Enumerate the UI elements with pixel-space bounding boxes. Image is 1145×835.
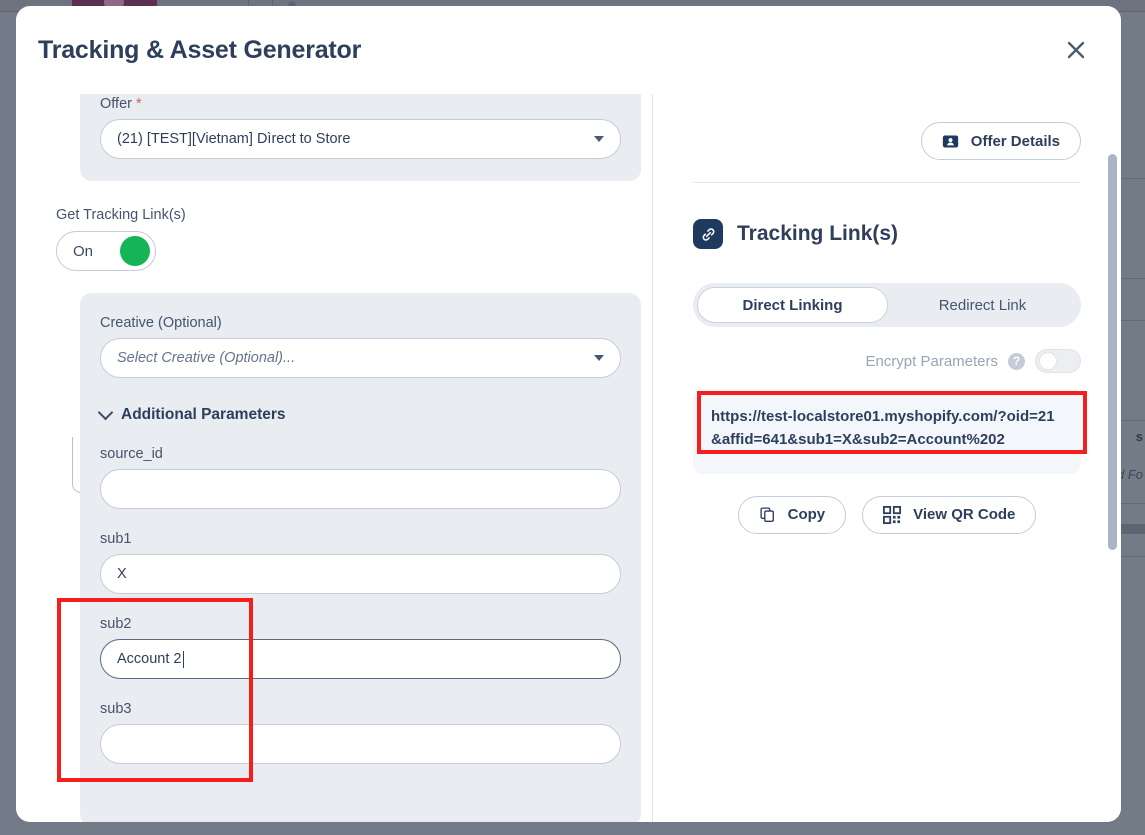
param-label: source_id <box>100 446 163 462</box>
background-table-row-line <box>1118 556 1145 557</box>
background-table-highlight <box>1118 524 1145 534</box>
toggle-knob <box>120 236 150 266</box>
creative-label: Creative (Optional) <box>100 315 222 331</box>
chevron-down-icon <box>594 136 604 142</box>
tab-redirect-link-label: Redirect Link <box>938 296 1027 314</box>
scrollbar-track[interactable] <box>1108 154 1117 814</box>
help-icon[interactable]: ? <box>1008 352 1025 370</box>
background-table-row-line <box>1118 320 1145 321</box>
toggle-state-label: On <box>73 242 94 260</box>
id-badge-icon <box>942 135 958 147</box>
offer-label: Offer * <box>100 96 621 112</box>
qr-code-icon <box>883 505 902 524</box>
sub1-input[interactable]: X <box>100 554 621 594</box>
sub2-input[interactable]: Account 2 <box>100 639 621 679</box>
offer-select[interactable]: (21) [TEST][Vietnam] Dìrect to Store <box>100 119 621 159</box>
tracking-links-panel: Offer Details Tracking Link(s) Direct Li… <box>653 94 1121 822</box>
creative-select-placeholder: Select Creative (Optional)... <box>117 350 296 366</box>
param-sub3: sub3 <box>100 701 621 764</box>
encrypt-parameters-switch[interactable] <box>1035 349 1081 373</box>
close-button[interactable] <box>1059 33 1093 67</box>
param-source-id: source_id <box>100 446 621 509</box>
modal-header: Tracking & Asset Generator <box>16 6 1121 94</box>
view-qr-code-label: View QR Code <box>913 506 1016 523</box>
param-sub1: sub1 X <box>100 531 621 594</box>
tracking-links-header: Tracking Link(s) <box>693 219 1081 249</box>
section-title: Tracking Link(s) <box>737 222 899 245</box>
sub1-value: X <box>117 566 127 582</box>
offer-details-button[interactable]: Offer Details <box>920 122 1081 160</box>
tab-direct-linking[interactable]: Direct Linking <box>697 287 888 323</box>
modal-body: Offer * (21) [TEST][Vietnam] Dìrect to S… <box>16 94 1121 822</box>
tracking-url-text[interactable]: https://test-localstore01.myshopify.com/… <box>711 405 1063 452</box>
param-label: sub2 <box>100 616 132 632</box>
encrypt-parameters-row: Encrypt Parameters ? <box>693 349 1081 373</box>
link-type-tabs: Direct Linking Redirect Link <box>693 283 1081 327</box>
text-caret <box>182 650 184 668</box>
required-asterisk: * <box>136 96 142 112</box>
get-tracking-links-toggle[interactable]: On <box>56 231 156 271</box>
additional-parameters-toggle[interactable]: Additional Parameters <box>97 404 621 424</box>
tracking-asset-generator-modal: Tracking & Asset Generator Offer * (21) … <box>16 6 1121 822</box>
offer-label-text: Offer <box>100 96 132 112</box>
source-id-input[interactable] <box>100 469 621 509</box>
creative-parameters-card: Creative (Optional) Select Creative (Opt… <box>80 293 641 822</box>
link-chain-icon <box>693 219 723 249</box>
copy-label: Copy <box>787 506 826 523</box>
background-text-fragment: s <box>1135 429 1143 444</box>
background-table-row-line <box>1118 178 1145 179</box>
background-table-row-line <box>1118 278 1145 279</box>
tab-redirect-link[interactable]: Redirect Link <box>888 287 1077 323</box>
divider <box>693 182 1081 183</box>
offer-details-row: Offer Details <box>693 122 1081 160</box>
offer-select-value: (21) [TEST][Vietnam] Dìrect to Store <box>117 131 351 147</box>
param-label: sub1 <box>100 531 132 547</box>
sub2-value: Account 2 <box>117 651 182 667</box>
get-tracking-links-group: Get Tracking Link(s) On <box>56 207 652 271</box>
copy-icon <box>760 507 774 522</box>
encrypt-parameters-label: Encrypt Parameters <box>865 352 998 370</box>
scrollbar-thumb[interactable] <box>1108 154 1117 550</box>
copy-button[interactable]: Copy <box>737 495 847 534</box>
page-title: Tracking & Asset Generator <box>38 35 362 64</box>
switch-knob <box>1039 352 1057 370</box>
chevron-down-icon <box>97 404 114 421</box>
param-label: sub3 <box>100 701 132 717</box>
background-table <box>1118 12 1145 835</box>
creative-select[interactable]: Select Creative (Optional)... <box>100 338 621 378</box>
chevron-down-icon <box>594 355 604 361</box>
background-table-row-line <box>1118 503 1145 504</box>
offer-details-label: Offer Details <box>970 132 1060 150</box>
close-icon <box>1067 41 1085 59</box>
param-sub2: sub2 Account 2 <box>100 616 621 679</box>
link-actions: Copy View QR Code <box>693 495 1081 534</box>
tracking-url-box: https://test-localstore01.myshopify.com/… <box>693 389 1087 474</box>
view-qr-code-button[interactable]: View QR Code <box>862 495 1037 534</box>
get-tracking-links-label: Get Tracking Link(s) <box>56 207 186 223</box>
offer-card: Offer * (21) [TEST][Vietnam] Dìrect to S… <box>80 94 641 181</box>
tab-direct-linking-label: Direct Linking <box>742 296 843 314</box>
form-panel: Offer * (21) [TEST][Vietnam] Dìrect to S… <box>16 94 653 822</box>
sub3-input[interactable] <box>100 724 621 764</box>
additional-parameters-title: Additional Parameters <box>121 406 286 423</box>
background-table-row-line <box>1118 420 1145 421</box>
